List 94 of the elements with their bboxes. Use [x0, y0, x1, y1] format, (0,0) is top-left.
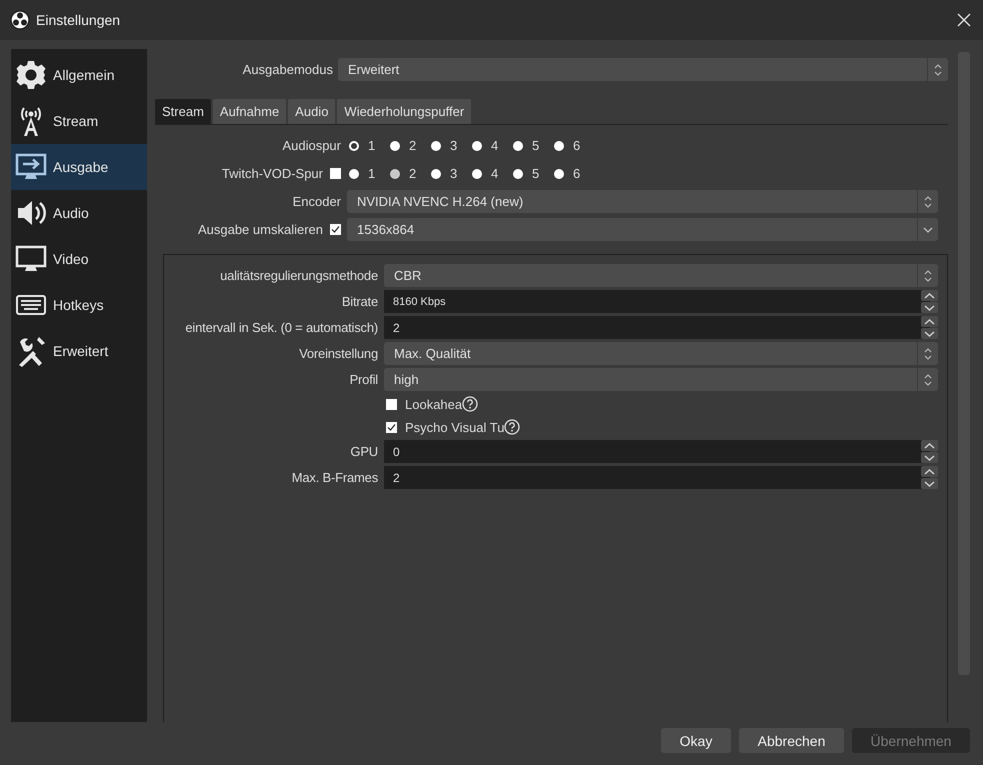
sidebar-item[interactable]: Erweitert	[11, 328, 147, 374]
gear-icon	[15, 59, 47, 91]
radio-label: 1	[368, 138, 376, 153]
radio-button[interactable]	[554, 140, 564, 150]
radio-button[interactable]	[349, 168, 359, 178]
radio-button[interactable]	[390, 168, 400, 178]
sidebar-item[interactable]: Video	[11, 236, 147, 282]
close-button[interactable]	[957, 13, 971, 27]
number-field[interactable]: 0	[384, 440, 930, 463]
radio-label: 2	[409, 166, 416, 181]
increment-button[interactable]	[921, 466, 938, 477]
radio-label: 3	[450, 138, 458, 153]
decrement-button[interactable]	[921, 452, 938, 463]
radio-button[interactable]	[390, 140, 400, 150]
checkbox-label: Psycho Visual Tu	[405, 420, 504, 434]
checkbox[interactable]	[330, 168, 341, 179]
decrement-button[interactable]	[921, 328, 938, 339]
chevron-up-icon	[924, 468, 935, 474]
dropdown[interactable]: high	[384, 368, 938, 391]
app-logo-icon	[10, 10, 30, 30]
radio-label: 3	[450, 166, 458, 181]
number-field[interactable]: 8160 Kbps	[384, 290, 930, 313]
sidebar-item[interactable]: Audio	[11, 190, 147, 236]
dialog-button[interactable]: Okay	[661, 728, 731, 753]
field-label: Ausgabe umskalieren	[198, 222, 323, 237]
up-down-chevron-icon	[924, 348, 932, 360]
field-label: Max. B-Frames	[292, 470, 378, 485]
editable-dropdown[interactable]: 1536x864	[347, 218, 938, 241]
radio-button[interactable]	[472, 168, 482, 178]
field-label: Twitch-VOD-Spur	[222, 166, 323, 181]
up-down-chevron-icon	[924, 196, 932, 208]
tab[interactable]: Aufnahme	[212, 99, 286, 124]
field-label: ualitätsregulierungsmethode	[220, 268, 378, 283]
checkbox-label: Lookahea	[405, 396, 462, 412]
tab[interactable]: Wiederholungspuffer	[337, 99, 472, 124]
dropdown[interactable]: CBR	[384, 264, 938, 287]
radio-label: 5	[532, 166, 540, 181]
radio-label: 4	[491, 166, 498, 181]
radio-button[interactable]	[513, 140, 523, 150]
chevron-down-icon	[924, 454, 935, 460]
checkmark-icon	[331, 225, 340, 234]
radio-button[interactable]	[431, 140, 441, 150]
chevron-down-icon	[924, 330, 935, 336]
checkmark-icon	[387, 422, 396, 432]
field-label: Profil	[350, 372, 378, 387]
number-field[interactable]: 2	[384, 466, 930, 489]
close-icon	[957, 13, 971, 27]
chevron-up-icon	[924, 318, 935, 324]
field-label: Bitrate	[342, 294, 378, 309]
increment-button[interactable]	[921, 316, 938, 327]
checkbox[interactable]	[386, 398, 397, 410]
decrement-button[interactable]	[921, 478, 938, 489]
chevron-up-icon	[924, 292, 935, 298]
chevron-down-icon	[924, 304, 935, 310]
up-down-chevron-icon	[934, 64, 942, 76]
radio-button[interactable]	[554, 168, 564, 178]
tab[interactable]: Audio	[288, 99, 336, 124]
radio-label: 6	[573, 166, 580, 181]
radio-label: 4	[491, 138, 498, 153]
field-label: Ausgabemodus	[242, 62, 333, 77]
sidebar-item[interactable]: Stream	[11, 98, 147, 144]
radio-label: 2	[409, 138, 416, 153]
sidebar-item[interactable]: Ausgabe	[11, 144, 147, 190]
radio-button[interactable]	[349, 140, 359, 150]
checkbox[interactable]	[386, 422, 397, 432]
sidebar-item[interactable]: Hotkeys	[11, 282, 147, 328]
chevron-down-icon	[924, 480, 935, 486]
field-label: GPU	[350, 444, 378, 459]
field-label: Audiospur	[282, 138, 341, 153]
chevron-down-icon	[923, 226, 933, 232]
dropdown[interactable]: Max. Qualität	[384, 342, 938, 365]
radio-button[interactable]	[431, 168, 441, 178]
increment-button[interactable]	[921, 290, 938, 301]
dropdown[interactable]: NVIDIA NVENC H.264 (new)	[347, 190, 938, 213]
up-down-chevron-icon	[924, 374, 932, 386]
radio-label: 6	[573, 138, 580, 153]
window-title: Einstellungen	[36, 12, 122, 28]
dropdown[interactable]: Erweitert	[338, 58, 948, 81]
chevron-up-icon	[924, 442, 935, 448]
decrement-button[interactable]	[921, 302, 938, 313]
tab[interactable]: Stream	[155, 99, 211, 124]
sidebar-item[interactable]: Allgemein	[11, 52, 147, 98]
dialog-button[interactable]: Abbrechen	[739, 728, 844, 753]
radio-label: 1	[368, 166, 376, 181]
radio-button[interactable]	[513, 168, 523, 178]
checkbox[interactable]	[330, 224, 341, 235]
up-down-chevron-icon	[924, 270, 932, 282]
radio-button[interactable]	[472, 140, 482, 150]
field-label: Voreinstellung	[299, 346, 378, 361]
radio-label: 5	[532, 138, 540, 153]
field-label: eintervall in Sek. (0 = automatisch)	[185, 320, 378, 335]
field-label: Encoder	[292, 194, 341, 209]
increment-button[interactable]	[921, 440, 938, 451]
number-field[interactable]: 2	[384, 316, 930, 339]
